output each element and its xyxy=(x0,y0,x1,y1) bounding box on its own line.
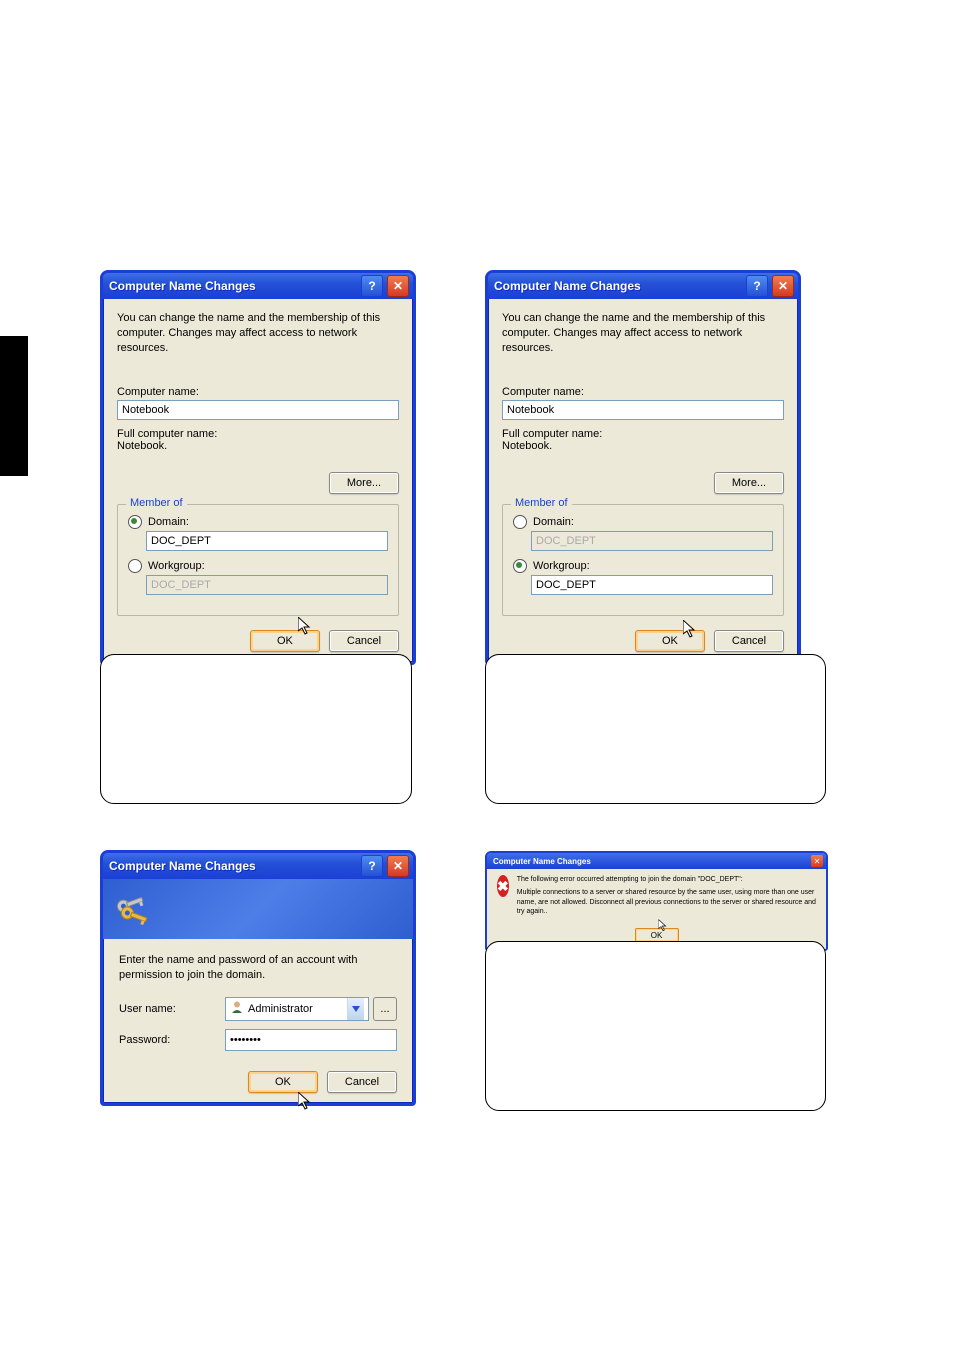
credentials-description: Enter the name and password of an accoun… xyxy=(119,953,397,983)
domain-radio[interactable] xyxy=(128,515,142,529)
page-side-tab xyxy=(0,336,28,476)
full-computer-name-label: Full computer name: xyxy=(502,428,784,440)
password-label: Password: xyxy=(119,1034,217,1046)
domain-input-disabled xyxy=(531,531,773,551)
workgroup-radio-label: Workgroup: xyxy=(533,560,590,572)
error-dialog: Computer Name Changes ✕ ✖ The following … xyxy=(485,851,828,951)
user-icon xyxy=(230,1000,244,1017)
browse-button[interactable]: ... xyxy=(373,997,397,1021)
full-computer-name-value: Notebook. xyxy=(117,440,399,452)
domain-radio-label: Domain: xyxy=(148,516,189,528)
error-line-1: The following error occurred attempting … xyxy=(517,875,816,884)
username-label: User name: xyxy=(119,1003,217,1015)
credentials-banner xyxy=(103,879,413,939)
titlebar: Computer Name Changes ? ✕ xyxy=(488,273,798,299)
close-button[interactable]: ✕ xyxy=(772,275,794,297)
titlebar: Computer Name Changes ? ✕ xyxy=(103,853,413,879)
chevron-down-icon[interactable] xyxy=(347,998,364,1020)
dialog-description: You can change the name and the membersh… xyxy=(117,311,399,356)
more-button[interactable]: More... xyxy=(714,472,784,494)
dialog-title: Computer Name Changes xyxy=(494,279,742,293)
keys-icon xyxy=(113,889,153,929)
close-button[interactable]: ✕ xyxy=(387,275,409,297)
help-button[interactable]: ? xyxy=(361,855,383,877)
member-of-legend: Member of xyxy=(511,497,572,509)
error-line-2: Multiple connections to a server or shar… xyxy=(517,888,816,916)
domain-radio[interactable] xyxy=(513,515,527,529)
cursor-icon xyxy=(298,1092,312,1112)
password-input[interactable] xyxy=(225,1029,397,1051)
domain-radio-label: Domain: xyxy=(533,516,574,528)
help-button[interactable]: ? xyxy=(746,275,768,297)
cursor-icon xyxy=(298,617,312,637)
dialog-title: Computer Name Changes xyxy=(493,857,591,866)
cancel-button[interactable]: Cancel xyxy=(329,630,399,652)
full-computer-name-value: Notebook. xyxy=(502,440,784,452)
workgroup-radio[interactable] xyxy=(128,559,142,573)
username-combobox[interactable]: Administrator xyxy=(225,997,369,1021)
cursor-icon xyxy=(658,919,667,932)
dialog-description: You can change the name and the membersh… xyxy=(502,311,784,356)
workgroup-radio[interactable] xyxy=(513,559,527,573)
computer-name-input[interactable] xyxy=(117,400,399,420)
member-of-groupbox: Member of Domain: Workgroup: xyxy=(502,504,784,616)
error-icon: ✖ xyxy=(497,875,509,897)
titlebar: Computer Name Changes ? ✕ xyxy=(103,273,413,299)
placeholder-box xyxy=(485,654,826,804)
placeholder-box xyxy=(100,654,412,804)
full-computer-name-label: Full computer name: xyxy=(117,428,399,440)
workgroup-input[interactable] xyxy=(531,575,773,595)
computer-name-changes-dialog-workgroup: Computer Name Changes ? ✕ You can change… xyxy=(485,270,801,665)
computer-name-input[interactable] xyxy=(502,400,784,420)
dialog-title: Computer Name Changes xyxy=(109,859,357,873)
computer-name-label: Computer name: xyxy=(117,386,399,398)
computer-name-label: Computer name: xyxy=(502,386,784,398)
more-button[interactable]: More... xyxy=(329,472,399,494)
placeholder-box xyxy=(485,941,826,1111)
member-of-groupbox: Member of Domain: Workgroup: xyxy=(117,504,399,616)
titlebar: Computer Name Changes ✕ xyxy=(487,853,826,869)
cancel-button[interactable]: Cancel xyxy=(714,630,784,652)
cursor-icon xyxy=(683,620,697,640)
close-button[interactable]: ✕ xyxy=(387,855,409,877)
workgroup-input-disabled xyxy=(146,575,388,595)
credentials-dialog: Computer Name Changes ? ✕ En xyxy=(100,850,416,1106)
help-button[interactable]: ? xyxy=(361,275,383,297)
computer-name-changes-dialog-domain: Computer Name Changes ? ✕ You can change… xyxy=(100,270,416,665)
member-of-legend: Member of xyxy=(126,497,187,509)
workgroup-radio-label: Workgroup: xyxy=(148,560,205,572)
ok-button[interactable]: OK xyxy=(248,1071,318,1093)
dialog-title: Computer Name Changes xyxy=(109,279,357,293)
domain-input[interactable] xyxy=(146,531,388,551)
close-button[interactable]: ✕ xyxy=(811,855,823,867)
cancel-button[interactable]: Cancel xyxy=(327,1071,397,1093)
username-value: Administrator xyxy=(248,1003,343,1015)
